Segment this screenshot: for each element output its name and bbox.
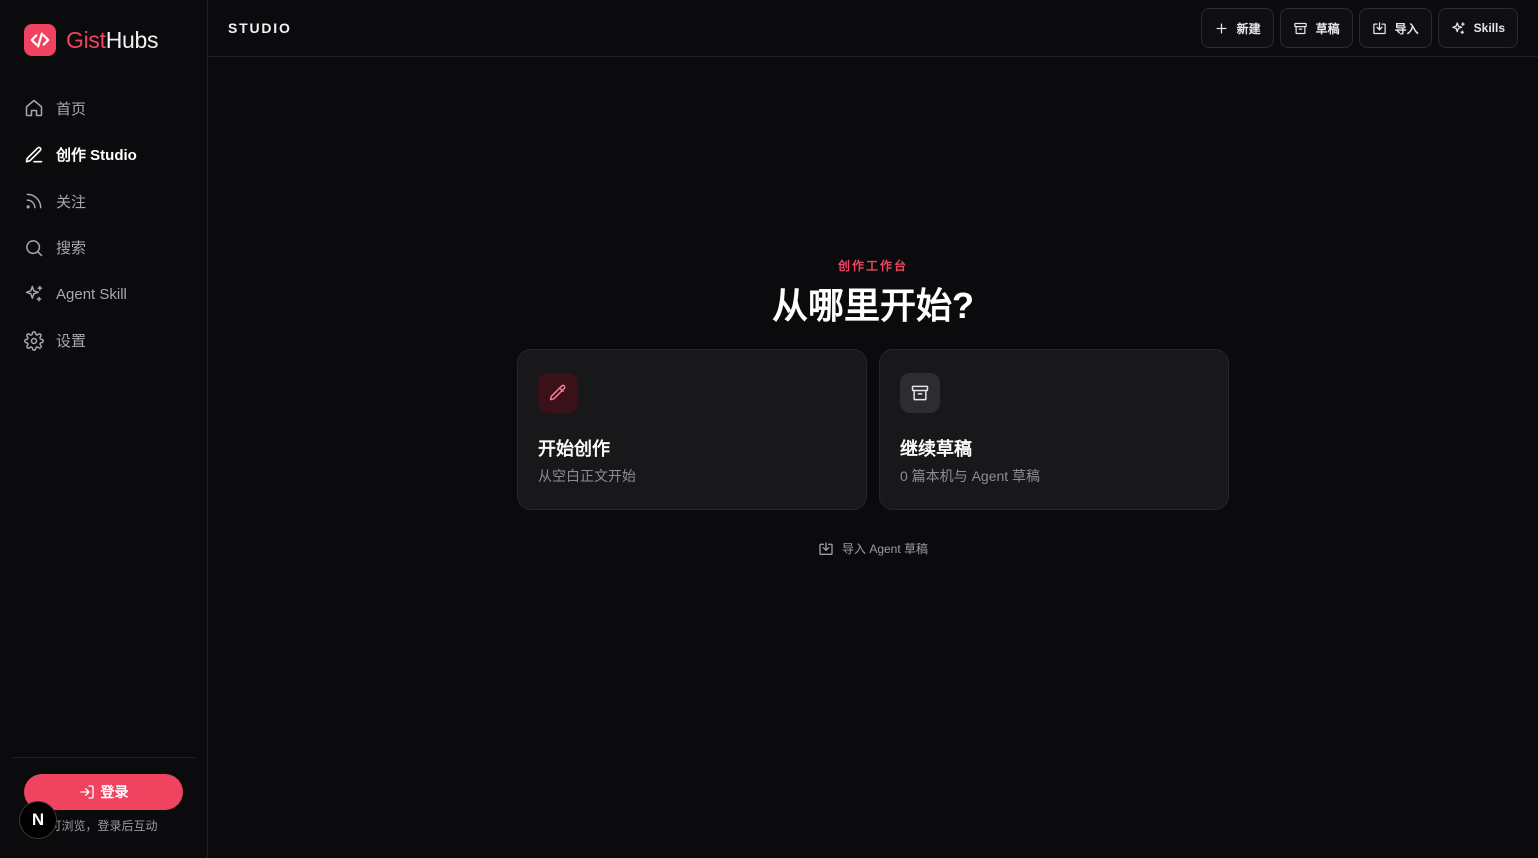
sidebar-item-agent-skill[interactable]: Agent Skill [12, 272, 196, 316]
sparkles-icon [1451, 21, 1465, 34]
archive-icon [1293, 22, 1307, 34]
pen-icon [25, 146, 43, 162]
card-title: 开始创作 [538, 439, 610, 459]
sidebar-item-label: 关注 [56, 193, 87, 211]
code-icon [24, 24, 56, 56]
page-title: STUDIO [228, 20, 292, 36]
import-button[interactable]: 导入 [1358, 8, 1432, 48]
sidebar: GistHubs 首页 创作 Studio 关注 搜索 Agent Skill [0, 0, 208, 858]
app-root: GistHubs 首页 创作 Studio 关注 搜索 Agent Skill [0, 0, 1538, 858]
search-icon [26, 239, 43, 256]
skills-button[interactable]: Skills [1437, 8, 1518, 48]
rss-icon [26, 193, 42, 209]
sidebar-item-settings[interactable]: 设置 [12, 319, 196, 363]
sidebar-item-label: Agent Skill [56, 285, 127, 303]
skills-button-label: Skills [1473, 21, 1505, 35]
hero-title: 从哪里开始? [772, 285, 974, 326]
card-subtitle: 从空白正文开始 [538, 468, 636, 484]
continue-drafts-card[interactable]: 继续草稿 0 篇本机与 Agent 草稿 [879, 349, 1229, 510]
new-button[interactable]: 新建 [1200, 8, 1274, 48]
drafts-button[interactable]: 草稿 [1279, 8, 1353, 48]
archive-icon [900, 373, 940, 413]
home-icon [25, 99, 43, 117]
drafts-button-label: 草稿 [1315, 21, 1340, 36]
sidebar-item-follow[interactable]: 关注 [12, 179, 196, 223]
header-toolbar: 新建 草稿 导入 Skills [1195, 8, 1518, 48]
import-agent-draft-label: 导入 Agent 草稿 [842, 542, 929, 556]
sidebar-divider [12, 757, 196, 758]
pencil-icon [538, 373, 578, 413]
sidebar-item-label: 设置 [56, 333, 87, 350]
logo[interactable]: GistHubs [24, 24, 159, 56]
new-button-label: 新建 [1236, 21, 1261, 36]
sidebar-item-search[interactable]: 搜索 [12, 226, 196, 270]
top-header: STUDIO 新建 草稿 导入 Skills [208, 0, 1538, 57]
sparkles-icon [25, 285, 43, 302]
plus-icon [1216, 23, 1227, 33]
card-title: 继续草稿 [900, 439, 972, 459]
sidebar-item-label: 搜索 [56, 240, 87, 257]
brand-name-part2: Hubs [105, 26, 159, 53]
start-writing-card[interactable]: 开始创作 从空白正文开始 [517, 349, 867, 510]
card-subtitle: 0 篇本机与 Agent 草稿 [900, 468, 1041, 484]
import-icon [1372, 21, 1386, 34]
brand-name-part1: Gist [66, 26, 106, 53]
section-eyebrow: 创作工作台 [837, 259, 908, 273]
sidebar-item-label: 首页 [56, 100, 87, 118]
sidebar-nav: 首页 创作 Studio 关注 搜索 Agent Skill 设置 [12, 86, 196, 365]
login-button-label: 登录 [100, 784, 129, 800]
sidebar-item-studio[interactable]: 创作 Studio [12, 133, 196, 177]
sidebar-item-home[interactable]: 首页 [12, 86, 196, 130]
avatar[interactable]: N [19, 801, 57, 839]
import-button-label: 导入 [1394, 21, 1419, 36]
import-icon [819, 541, 833, 555]
sidebar-item-label: 创作 Studio [56, 147, 137, 164]
login-icon [79, 785, 94, 799]
import-agent-draft-link[interactable]: 导入 Agent 草稿 [818, 540, 928, 557]
brand-name: GistHubs [66, 26, 159, 54]
gear-icon [24, 330, 44, 351]
